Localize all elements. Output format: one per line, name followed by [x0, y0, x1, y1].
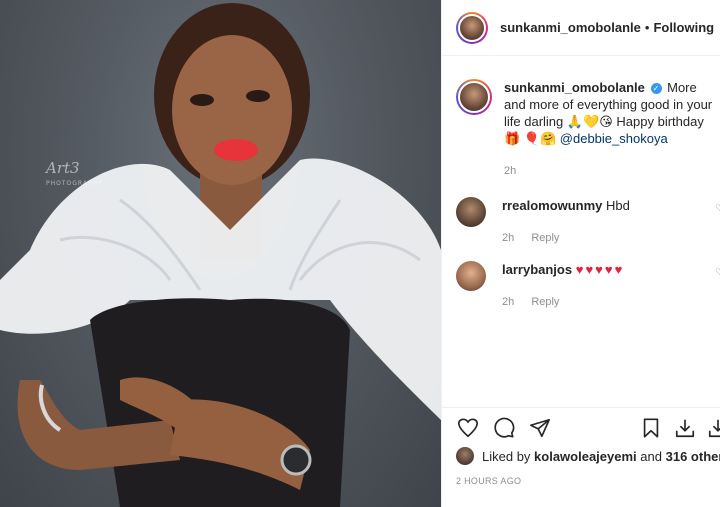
liker-avatar[interactable]	[456, 447, 474, 465]
likes-prefix: Liked by	[482, 448, 531, 464]
reply-button[interactable]: Reply	[531, 296, 559, 308]
author-avatar[interactable]	[456, 11, 488, 44]
comments-list[interactable]: sunkanmi_omobolanle ✓ More and more of e…	[442, 57, 720, 407]
portrait-illustration	[0, 3, 441, 507]
post-action-bar	[442, 407, 720, 447]
download-icon-secondary[interactable]	[707, 416, 720, 440]
commenter-avatar[interactable]	[456, 261, 486, 291]
comment-like-heart-icon[interactable]: ♡	[715, 267, 720, 278]
commenter-avatar[interactable]	[456, 197, 486, 227]
caption-avatar[interactable]	[456, 79, 492, 115]
verified-badge-icon: ✓	[650, 83, 662, 94]
header-separator: •	[644, 20, 650, 35]
watermark-text: Art3	[46, 159, 80, 177]
comment-username[interactable]: larrybanjos	[502, 262, 572, 277]
comment-icon[interactable]	[492, 416, 516, 440]
author-username[interactable]: sunkanmi_omobolanle	[500, 20, 641, 35]
comment-username[interactable]: rrealomowunmy	[502, 198, 602, 213]
share-icon[interactable]	[528, 416, 552, 440]
comment-item: larrybanjos ♥♥♥♥♥ 2h Reply ♡	[456, 261, 720, 311]
heart-icon[interactable]	[456, 416, 480, 440]
likes-summary: Liked by kolawoleajeyemi and 316 others	[456, 447, 720, 465]
photographer-watermark: Art3 PHOTOGRAPHY	[46, 160, 106, 192]
comment-like-heart-icon[interactable]: ♡	[715, 203, 720, 214]
comment-text: ♥♥♥♥♥	[575, 262, 625, 277]
liker-username[interactable]: kolawoleajeyemi	[534, 449, 637, 464]
following-button[interactable]: Following	[653, 20, 714, 35]
comment-time: 2h	[502, 296, 515, 308]
caption-time: 2h	[504, 165, 517, 177]
likes-conj: and	[640, 448, 662, 464]
post-header: sunkanmi_omobolanle • Following	[442, 0, 720, 56]
caption-username[interactable]: sunkanmi_omobolanle	[504, 80, 645, 95]
post-timestamp: 2 HOURS AGO	[456, 476, 522, 486]
caption-mention-link[interactable]: @debbie_shokoya	[560, 131, 668, 146]
post-caption: sunkanmi_omobolanle ✓ More and more of e…	[456, 79, 720, 180]
comment-item: rrealomowunmy Hbd 2h Reply ♡	[456, 197, 720, 247]
watermark-subtext: PHOTOGRAPHY	[46, 180, 103, 187]
post-photo[interactable]: Art3 PHOTOGRAPHY	[0, 0, 441, 507]
bookmark-icon[interactable]	[639, 416, 663, 440]
likes-others-link[interactable]: 316 others	[666, 449, 720, 464]
download-icon[interactable]	[673, 416, 697, 440]
comment-text: Hbd	[606, 198, 630, 213]
post-side-panel: sunkanmi_omobolanle • Following sunkanmi…	[441, 0, 720, 507]
comment-time: 2h	[502, 232, 515, 244]
reply-button[interactable]: Reply	[531, 232, 559, 244]
